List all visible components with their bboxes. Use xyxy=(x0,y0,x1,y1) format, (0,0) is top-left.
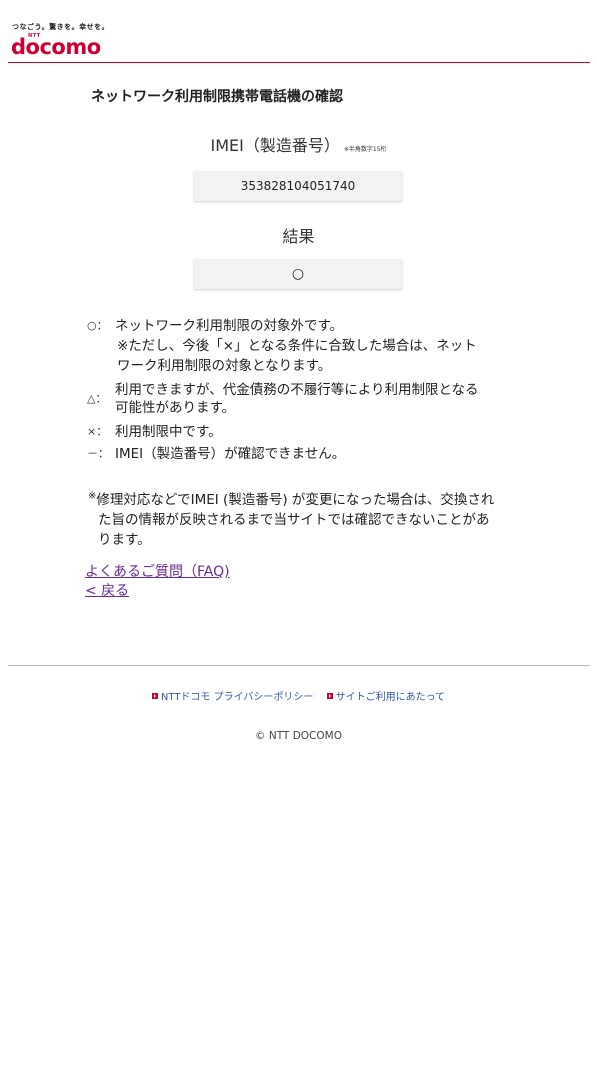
imei-change-note: ※修理対応などでIMEI (製造番号) が変更になった場合は、交換され た旨の情… xyxy=(88,490,518,550)
footer-links: NTTドコモ プライバシーポリシー サイトご利用にあたって xyxy=(0,688,597,703)
legend-text-triangle-1: 利用できますが、代金債務の不履行等により利用制限となる xyxy=(115,382,479,398)
imei-note: ※半角数字15桁 xyxy=(343,146,387,153)
privacy-policy-link[interactable]: NTTドコモ プライバシーポリシー xyxy=(151,688,314,703)
back-link[interactable]: < 戻る xyxy=(85,580,129,600)
result-label: 結果 xyxy=(282,227,315,246)
page-title: ネットワーク利用制限携帯電話機の確認 xyxy=(91,89,343,105)
docomo-logo[interactable]: docomo xyxy=(11,35,101,59)
page: つなごう。驚きを。幸せを。 NTT docomo ネットワーク利用制限携帯電話機… xyxy=(0,0,597,1080)
legend-symbol-cross: ×： xyxy=(87,425,108,438)
legend-row-cross: ×： 利用制限中です。 xyxy=(85,422,515,442)
header: つなごう。驚きを。幸せを。 NTT docomo xyxy=(0,0,597,66)
legend-symbol-triangle: △： xyxy=(87,392,107,405)
faq-link[interactable]: よくあるご質問（FAQ) xyxy=(85,561,230,581)
imei-value-box: 353828104051740 xyxy=(194,171,402,201)
imei-label: IMEI（製造番号） ※半角数字15桁 xyxy=(0,132,597,156)
result-value-box: ○ xyxy=(194,259,402,289)
site-terms-link[interactable]: サイトご利用にあたって xyxy=(326,688,446,703)
note-line-1: 修理対応などでIMEI (製造番号) が変更になった場合は、交換され xyxy=(96,492,495,508)
header-divider xyxy=(8,62,590,63)
legend-circle-note-2: ワーク利用制限の対象となります。 xyxy=(117,358,332,374)
legend-text-cross: 利用制限中です。 xyxy=(115,424,222,440)
note-line-3: ります。 xyxy=(98,532,151,548)
tagline: つなごう。驚きを。幸せを。 xyxy=(12,23,110,31)
legend-text-triangle-2: 可能性があります。 xyxy=(115,400,236,416)
arrow-bullet-icon xyxy=(326,692,333,699)
legend-row-circle: ○： ネットワーク利用制限の対象外です。 xyxy=(85,316,515,336)
legend-circle-note-1: ※ただし、今後「×」となる条件に合致した場合は、ネット xyxy=(117,338,477,354)
legend-row-triangle: △： 利用できますが、代金債務の不履行等により利用制限となる 可能性があります。 xyxy=(85,380,515,418)
privacy-policy-label: NTTドコモ プライバシーポリシー xyxy=(160,692,314,703)
legend-text-dash: IMEI（製造番号）が確認できません。 xyxy=(115,446,346,462)
result-legend: ○： ネットワーク利用制限の対象外です。 ※ただし、今後「×」となる条件に合致し… xyxy=(85,316,515,464)
note-line-2: た旨の情報が反映されるまで当サイトでは確認できないことがあ xyxy=(98,512,490,528)
imei-label-text: IMEI（製造番号） xyxy=(210,136,340,155)
copyright: © NTT DOCOMO xyxy=(255,730,342,742)
site-terms-label: サイトご利用にあたって xyxy=(335,692,446,703)
legend-symbol-circle: ○： xyxy=(87,319,108,332)
legend-text-circle: ネットワーク利用制限の対象外です。 xyxy=(115,318,344,334)
legend-symbol-dash: －： xyxy=(87,447,109,460)
footer-divider xyxy=(8,665,590,666)
arrow-bullet-icon xyxy=(151,692,158,699)
legend-row-dash: －： IMEI（製造番号）が確認できません。 xyxy=(85,444,515,464)
